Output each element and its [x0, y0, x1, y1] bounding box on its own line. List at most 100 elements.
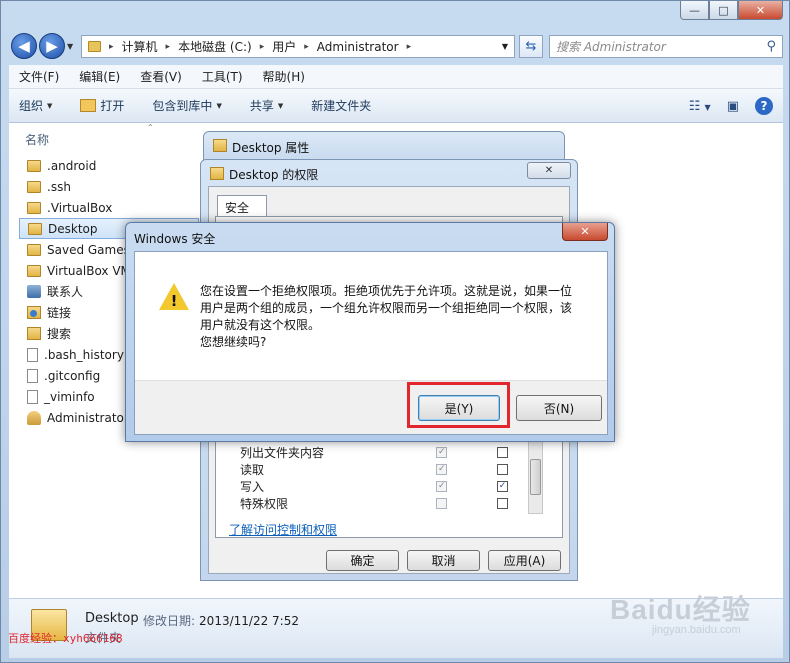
chevron-right-icon[interactable]: ▸ [304, 42, 309, 52]
permission-row: 读取 ✓ [240, 461, 558, 478]
dialog-message-line: 用户就没有这个权限。 [200, 318, 321, 332]
allow-checkbox[interactable] [436, 498, 448, 509]
deny-checkbox[interactable] [497, 498, 508, 509]
file-item[interactable]: .VirtualBox [19, 197, 199, 218]
recent-pages-dropdown[interactable]: ▼ [67, 42, 73, 51]
dialog-close-button[interactable]: ✕ [562, 223, 608, 241]
file-icon [27, 389, 38, 404]
allow-checkbox[interactable]: ✓ [436, 481, 448, 492]
folder-icon [27, 159, 41, 172]
open-button[interactable]: 打开 [80, 97, 124, 114]
chevron-right-icon[interactable]: ▸ [109, 42, 114, 52]
menu-edit[interactable]: 编辑(E) [79, 68, 120, 85]
dialog-footer: 是(Y) 否(N) [135, 380, 607, 434]
chevron-right-icon[interactable]: ▸ [407, 42, 412, 52]
arrow-left-icon: ◀ [18, 37, 30, 55]
allow-checkbox[interactable]: ✓ [436, 447, 448, 458]
user-icon [27, 410, 41, 425]
caption-buttons: — □ ✕ [680, 1, 783, 20]
folder-icon [27, 201, 41, 214]
breadcrumb-administrator[interactable]: Administrator [317, 40, 399, 54]
address-dropdown-icon[interactable]: ▼ [502, 42, 508, 51]
menu-view[interactable]: 查看(V) [140, 68, 182, 85]
details-modified: 修改日期: 2013/11/22 7:52 [143, 612, 299, 629]
file-icon [27, 368, 38, 383]
chevron-right-icon[interactable]: ▸ [260, 42, 265, 52]
dialog-message-line: 您在设置一个拒绝权限项。拒绝项优先于允许项。这就是说，如果一位 [200, 284, 573, 298]
details-modified-value: 2013/11/22 7:52 [199, 614, 299, 628]
chevron-right-icon[interactable]: ▸ [166, 42, 171, 52]
apply-button[interactable]: 应用(A) [488, 550, 561, 571]
dialog-message-line: 用户是两个组的成员，一个组允许权限而另一个组拒绝同一个权限，该 [200, 301, 573, 315]
warning-icon-mark: ! [170, 292, 178, 310]
view-options-icon[interactable]: ☷ ▼ [689, 99, 711, 114]
dialog-message: 您在设置一个拒绝权限项。拒绝项优先于允许项。这就是说，如果一位 用户是两个组的成… [200, 283, 600, 351]
search-input[interactable]: 搜索 Administrator ⚲ [549, 35, 783, 58]
organize-button[interactable]: 组织 ▼ [19, 97, 52, 114]
permission-row: 特殊权限 [240, 495, 558, 512]
menu-tools[interactable]: 工具(T) [202, 68, 243, 85]
file-item-label: 搜索 [47, 327, 72, 341]
deny-checkbox[interactable] [497, 447, 508, 458]
maximize-button[interactable]: □ [709, 1, 738, 20]
close-button[interactable]: ✕ [738, 1, 783, 20]
access-control-help-link[interactable]: 了解访问控制和权限 [229, 521, 337, 538]
permission-scrollbar[interactable] [528, 438, 543, 514]
breadcrumb-users[interactable]: 用户 [272, 38, 296, 55]
permission-row: 写入 ✓ ✓ [240, 478, 558, 495]
file-item[interactable]: .ssh [19, 176, 199, 197]
open-folder-icon [80, 99, 97, 112]
ok-button[interactable]: 确定 [326, 550, 399, 571]
search-folder-icon [27, 327, 41, 340]
search-icon[interactable]: ⚲ [766, 39, 776, 54]
include-in-library-button[interactable]: 包含到库中 ▼ [152, 97, 221, 114]
permission-name: 列出文件夹内容 [240, 446, 325, 460]
details-name: Desktop [85, 611, 139, 626]
file-item-label: Administrator [47, 410, 129, 425]
no-button[interactable]: 否(N) [516, 395, 602, 421]
deny-checkbox[interactable] [497, 464, 508, 475]
permission-row: 列出文件夹内容 ✓ [240, 444, 558, 461]
folder-icon [27, 180, 41, 193]
folder-icon [28, 222, 42, 235]
include-library-label: 包含到库中 [152, 99, 213, 113]
contacts-icon [27, 285, 41, 298]
help-icon[interactable]: ? [755, 97, 773, 115]
details-modified-label: 修改日期: [143, 614, 196, 628]
menu-file[interactable]: 文件(F) [19, 68, 59, 85]
tab-security[interactable]: 安全 [217, 195, 267, 217]
permissions-close-button[interactable]: ✕ [527, 162, 571, 179]
watermark-url: jingyan.baidu.com [652, 624, 741, 636]
preview-pane-icon[interactable]: ▣ [727, 99, 739, 114]
dialog-title: Windows 安全 [134, 232, 216, 246]
file-item-label: .ssh [47, 179, 71, 194]
watermark-author: 百度经验：xyh666168 [8, 632, 123, 645]
links-icon [27, 306, 41, 319]
folder-icon [27, 264, 41, 277]
folder-icon [210, 167, 224, 180]
share-label: 共享 [249, 99, 274, 113]
file-item[interactable]: .android [19, 155, 199, 176]
deny-checkbox[interactable]: ✓ [497, 481, 508, 492]
address-bar[interactable]: ▸ 计算机 ▸ 本地磁盘 (C:) ▸ 用户 ▸ Administrator ▸… [81, 35, 515, 58]
file-item-label: 联系人 [47, 285, 84, 299]
share-button[interactable]: 共享 ▼ [250, 97, 283, 114]
scrollbar-thumb[interactable] [530, 459, 541, 495]
breadcrumb-computer[interactable]: 计算机 [122, 38, 158, 55]
annotation-highlight-box [407, 382, 510, 428]
allow-checkbox[interactable]: ✓ [436, 464, 448, 475]
file-item-label: Saved Games [47, 242, 130, 257]
forward-button[interactable]: ▶ [39, 33, 65, 59]
folder-icon [213, 139, 227, 152]
folder-icon [27, 243, 41, 256]
new-folder-button[interactable]: 新建文件夹 [311, 97, 371, 114]
breadcrumb-drive-c[interactable]: 本地磁盘 (C:) [178, 38, 252, 55]
file-item-label: .gitconfig [44, 368, 101, 383]
cancel-button[interactable]: 取消 [407, 550, 480, 571]
column-header-name[interactable]: 名称 [25, 131, 49, 148]
refresh-button[interactable]: ⇆ [519, 35, 543, 58]
back-button[interactable]: ◀ [11, 33, 37, 59]
minimize-button[interactable]: — [680, 1, 709, 20]
menu-help[interactable]: 帮助(H) [263, 68, 305, 85]
chevron-down-icon: ▼ [277, 101, 284, 110]
